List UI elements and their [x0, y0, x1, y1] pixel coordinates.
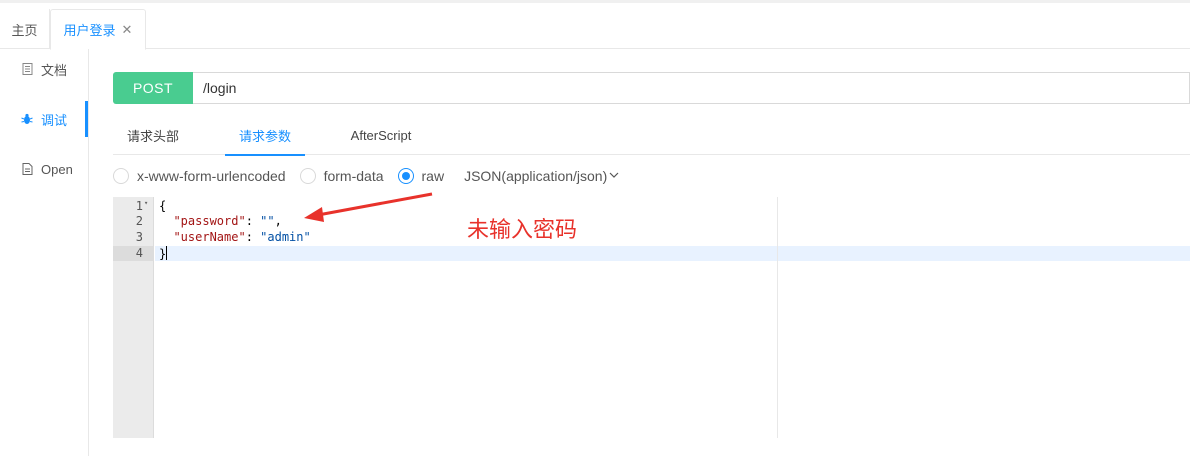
sidebar-item-label: Open	[41, 161, 73, 177]
document-icon	[21, 63, 33, 75]
sidebar-item-open[interactable]: Open	[0, 151, 88, 187]
active-line-highlight	[155, 246, 1190, 261]
sidebar-item-debug[interactable]: 调试	[0, 101, 88, 137]
content-type-value: JSON(application/json)	[464, 168, 608, 184]
radio-circle	[299, 168, 316, 184]
radio-label: x-www-form-urlencoded	[137, 168, 286, 184]
line-number: 1	[135, 199, 143, 213]
radio-label: raw	[421, 168, 445, 184]
line-number: 2	[135, 214, 143, 228]
request-url-row: POST /login	[113, 72, 1190, 104]
radio-raw[interactable]: raw	[397, 168, 445, 184]
url-input[interactable]: /login	[193, 72, 1190, 104]
sidebar-item-label: 调试	[41, 112, 68, 128]
request-subtabs: 请求头部 请求参数 AfterScript	[113, 115, 1190, 156]
code-line: {	[159, 199, 167, 213]
line-number: 4	[135, 246, 143, 260]
tab-user-login[interactable]: 用户登录 ✕	[50, 9, 146, 50]
fold-toggle-icon[interactable]: ▾	[144, 199, 148, 207]
radio-urlencoded[interactable]: x-www-form-urlencoded	[113, 168, 286, 184]
code-editor[interactable]: 1 ▾ 2 3 4 { "password": "", "userName": …	[113, 197, 1190, 438]
tab-request-params[interactable]: 请求参数	[225, 115, 305, 156]
radio-circle-checked	[397, 168, 414, 184]
chevron-down-icon	[609, 170, 619, 182]
radio-form-data[interactable]: form-data	[299, 168, 384, 184]
sidebar: 文档 调试 Open	[0, 49, 89, 456]
tab-request-headers[interactable]: 请求头部	[113, 115, 193, 155]
text-cursor	[166, 246, 168, 260]
radio-label: form-data	[323, 168, 384, 184]
content-type-select[interactable]: JSON(application/json)	[464, 168, 619, 184]
code-line: }	[159, 246, 168, 261]
bug-icon	[21, 113, 33, 125]
tab-afterscript[interactable]: AfterScript	[341, 115, 421, 155]
tab-user-login-label: 用户登录	[63, 23, 116, 38]
top-border	[0, 0, 1190, 3]
code-line: "userName": "admin"	[173, 230, 311, 244]
body-type-radios: x-www-form-urlencoded form-data raw JSON…	[113, 165, 619, 187]
code-line: "password": "",	[173, 214, 282, 228]
sidebar-item-docs[interactable]: 文档	[0, 51, 88, 87]
close-icon[interactable]: ✕	[122, 22, 133, 38]
top-tab-bar: 主页 用户登录 ✕	[0, 0, 1190, 50]
file-icon	[21, 163, 33, 175]
line-number: 3	[135, 230, 143, 244]
tab-home-label: 主页	[11, 22, 38, 38]
annotation-text: 未输入密码	[467, 218, 578, 243]
print-margin	[777, 197, 778, 438]
editor-content[interactable]: { "password": "", "userName": "admin" }	[155, 197, 1190, 438]
method-badge[interactable]: POST	[113, 72, 193, 104]
annotation-arrow-icon	[304, 192, 433, 222]
editor-gutter: 1 ▾ 2 3 4	[113, 197, 154, 438]
sidebar-item-label: 文档	[41, 62, 68, 78]
radio-circle	[113, 168, 129, 184]
tab-home[interactable]: 主页	[0, 9, 50, 49]
